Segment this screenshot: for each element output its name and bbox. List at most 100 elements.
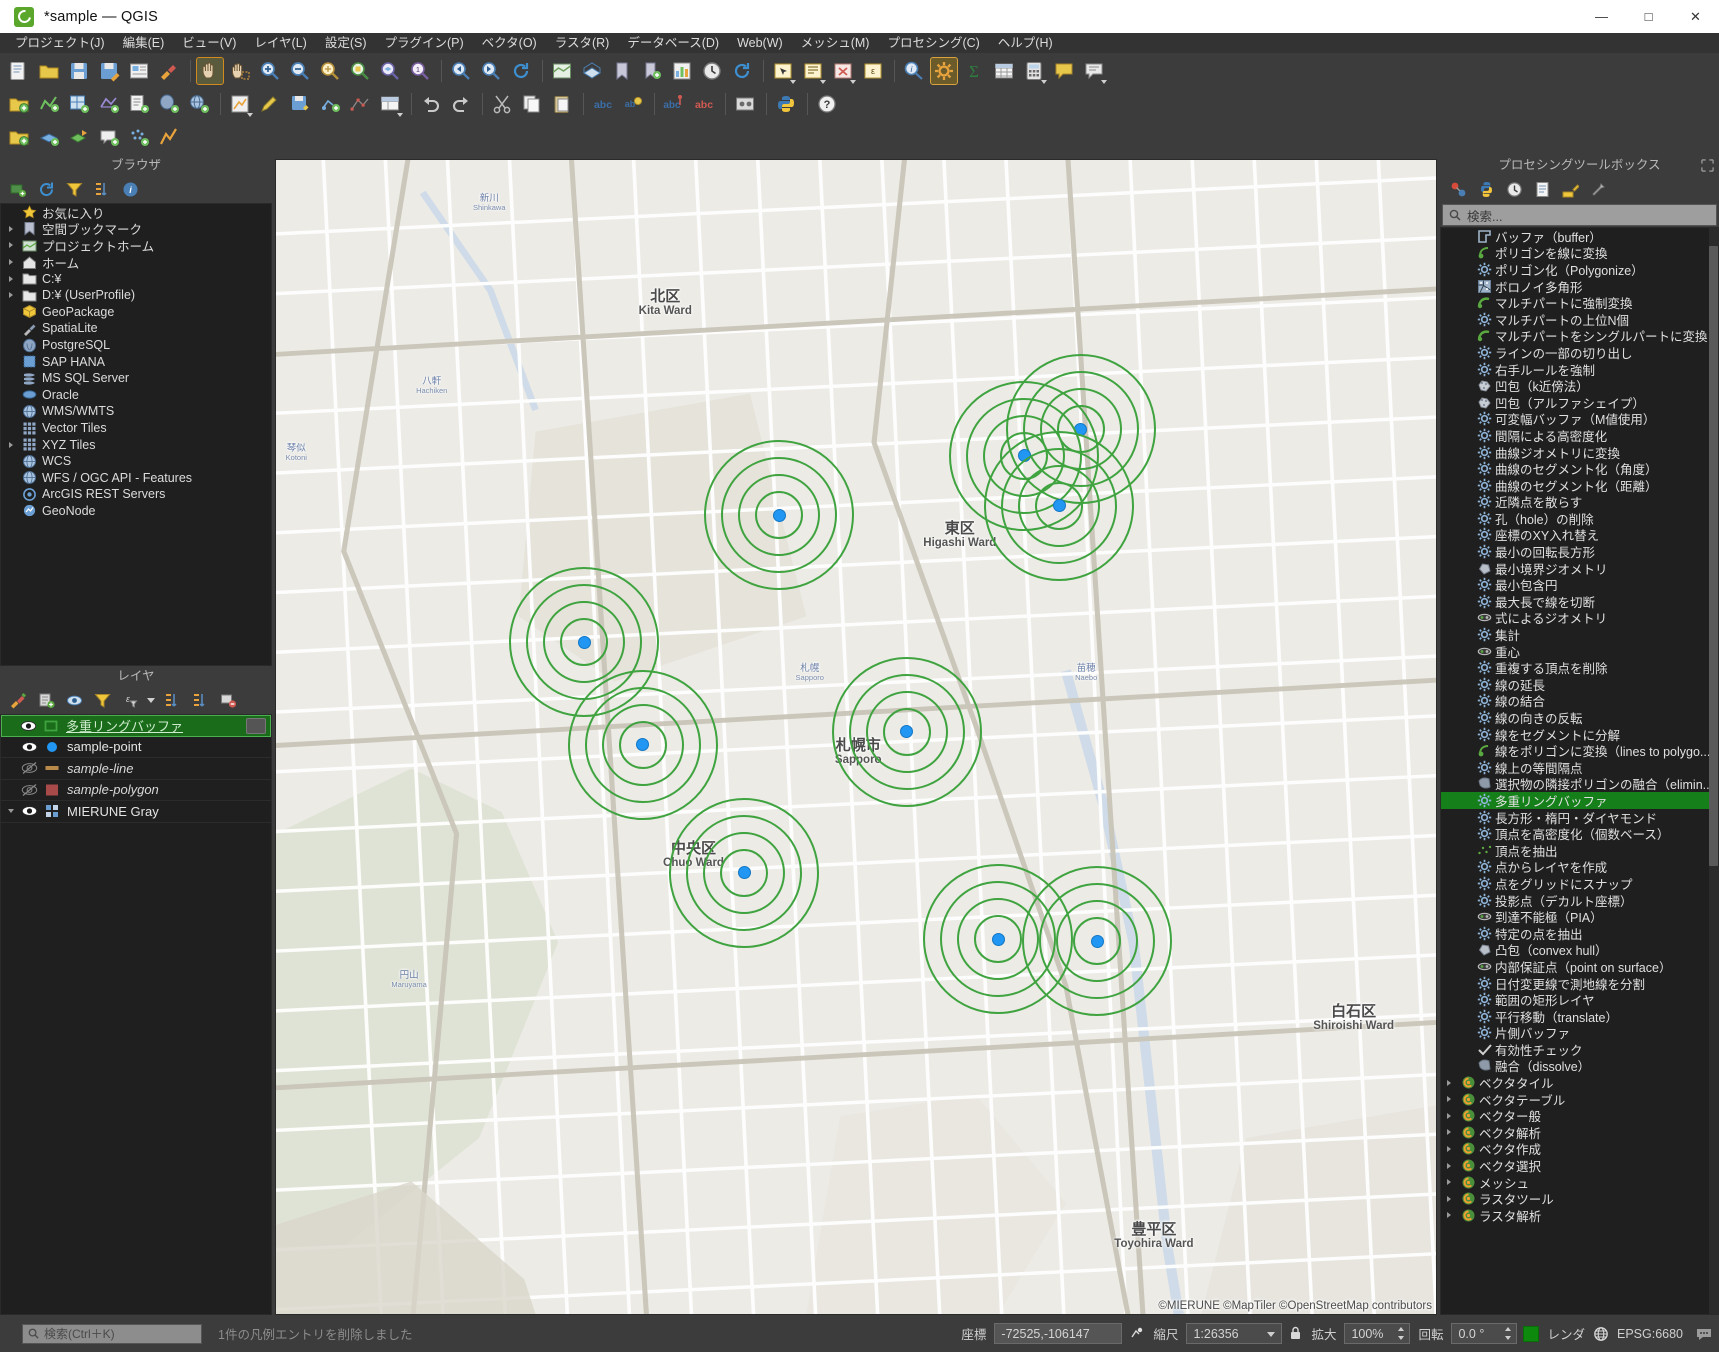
current-edits-button[interactable]	[226, 90, 254, 118]
eye-visible-icon[interactable]	[20, 719, 37, 733]
layer-row-0[interactable]: 多重リングバッファ	[1, 715, 271, 737]
redo-button[interactable]	[447, 90, 475, 118]
add-point-cloud-button[interactable]	[125, 123, 153, 151]
processing-item-43[interactable]: 凸包（convex hull）	[1441, 942, 1718, 958]
processing-item-51[interactable]: ベクタタイル	[1441, 1074, 1718, 1091]
minimize-button[interactable]: —	[1578, 0, 1625, 33]
rotation-spinbox[interactable]: 0.0 °	[1451, 1323, 1518, 1344]
add-mesh-layer-button[interactable]	[95, 90, 123, 118]
data-source-manager-button[interactable]	[5, 90, 33, 118]
menu-vector[interactable]: ベクタ(O)	[473, 33, 546, 53]
zoom-selection-button[interactable]	[346, 57, 374, 85]
processing-item-11[interactable]: 可変幅バッファ（M値使用）	[1441, 411, 1718, 427]
processing-item-36[interactable]: 頂点を高密度化（個数ベース）	[1441, 825, 1718, 842]
processing-item-30[interactable]: 線をセグメントに分解	[1441, 726, 1718, 743]
processing-item-57[interactable]: メッシュ	[1441, 1174, 1718, 1191]
models-button[interactable]	[1445, 178, 1471, 202]
menu-layer[interactable]: レイヤ(L)	[245, 33, 315, 53]
map-canvas-wrapper[interactable]: 北区 Kita Ward 東区 Higashi Ward 札幌市 Sapporo 中央区 Ch…	[275, 159, 1437, 1315]
messages-icon[interactable]	[1695, 1325, 1713, 1343]
paste-features-button[interactable]	[548, 90, 576, 118]
browser-tree[interactable]: お気に入り 空間ブックマーク プロジェクトホーム ホーム C:¥ D:¥ (UserPro…	[0, 203, 272, 666]
browser-item-2[interactable]: プロジェクトホーム	[1, 237, 271, 254]
save-project-as-button[interactable]	[95, 57, 123, 85]
chevron-down-icon[interactable]	[145, 689, 157, 713]
browser-item-18[interactable]: GeoNode	[1, 503, 271, 520]
new-map-view-button[interactable]	[548, 57, 576, 85]
browser-item-17[interactable]: ArcGIS REST Servers	[1, 486, 271, 503]
chevron-down-icon[interactable]	[397, 112, 403, 117]
remove-layer-icon[interactable]	[220, 692, 237, 709]
select-features-button[interactable]	[769, 57, 797, 85]
browser-item-0[interactable]: お気に入り	[1, 204, 271, 221]
processing-item-14[interactable]: 曲線のセグメント化（角度）	[1441, 460, 1718, 477]
refresh-button[interactable]	[33, 178, 59, 202]
processing-item-15[interactable]: 曲線のセグメント化（距離）	[1441, 477, 1718, 494]
chevron-right-icon[interactable]	[1441, 1096, 1457, 1102]
processing-item-26[interactable]: 重複する頂点を削除	[1441, 659, 1718, 676]
processing-item-47[interactable]: 平行移動（translate）	[1441, 1008, 1718, 1025]
processing-item-8[interactable]: 右手ルールを強制	[1441, 361, 1718, 378]
processing-scroll-thumb[interactable]	[1709, 246, 1718, 866]
chevron-right-icon[interactable]	[3, 292, 19, 298]
eye-visible-icon[interactable]	[21, 804, 38, 818]
processing-item-18[interactable]: 座標のXY入れ替え	[1441, 527, 1718, 543]
processing-item-10[interactable]: 凹包（アルファシェイプ）	[1441, 394, 1718, 411]
plugin-tool-button[interactable]	[155, 123, 183, 151]
float-panel-icon[interactable]	[1701, 159, 1714, 172]
history-button[interactable]	[1501, 178, 1527, 202]
georeferencer-button[interactable]	[731, 90, 759, 118]
properties-button[interactable]: i	[117, 178, 143, 202]
save-project-button[interactable]	[65, 57, 93, 85]
chevron-right-icon[interactable]	[3, 226, 19, 232]
browser-item-12[interactable]: WMS/WMTS	[1, 403, 271, 420]
processing-item-19[interactable]: 最小の回転長方形	[1441, 543, 1718, 560]
cut-features-button[interactable]	[488, 90, 516, 118]
add-delimited-text-button[interactable]	[125, 90, 153, 118]
zoom-last-button[interactable]	[447, 57, 475, 85]
history-icon[interactable]	[1506, 181, 1523, 198]
layer-name[interactable]: sample-polygon	[63, 782, 159, 797]
eye-hidden-icon[interactable]	[21, 783, 38, 797]
chevron-right-icon[interactable]	[1441, 1129, 1457, 1135]
processing-item-23[interactable]: 式によるジオメトリ	[1441, 610, 1718, 626]
layer-name[interactable]: sample-line	[63, 761, 133, 776]
zoom-out-button[interactable]	[286, 57, 314, 85]
menu-edit[interactable]: 編集(E)	[114, 33, 174, 53]
processing-item-58[interactable]: ラスタツール	[1441, 1190, 1718, 1207]
processing-item-9[interactable]: 凹包（k近傍法）	[1441, 377, 1718, 394]
layer-name[interactable]: sample-point	[63, 739, 141, 754]
chevron-right-icon[interactable]	[1441, 1179, 1457, 1185]
chevron-down-icon[interactable]	[5, 809, 17, 814]
map-canvas[interactable]: 北区 Kita Ward 東区 Higashi Ward 札幌市 Sapporo 中央区 Ch…	[276, 160, 1436, 1314]
results-viewer-button[interactable]	[1529, 178, 1555, 202]
add-group-button[interactable]	[33, 689, 59, 713]
browser-item-15[interactable]: WCS	[1, 453, 271, 470]
locator-search-input[interactable]: 検索(Ctrl＋K)	[22, 1323, 202, 1344]
layers-list[interactable]: 多重リングバッファ sample-point sample-line sample-p…	[0, 714, 272, 1315]
help-button[interactable]: ?	[813, 90, 841, 118]
statistical-summary-button[interactable]: Σ	[960, 57, 988, 85]
new-print-layout-button[interactable]	[125, 57, 153, 85]
undo-button[interactable]	[417, 90, 445, 118]
menu-help[interactable]: ヘルプ(H)	[989, 33, 1062, 53]
menu-raster[interactable]: ラスタ(R)	[546, 33, 619, 53]
browser-item-5[interactable]: D:¥ (UserProfile)	[1, 287, 271, 304]
close-button[interactable]: ✕	[1672, 0, 1719, 33]
sample-point-marker[interactable]	[577, 635, 591, 649]
chevron-down-icon[interactable]	[850, 79, 856, 84]
chevron-right-icon[interactable]	[3, 442, 19, 448]
scale-combo[interactable]: 1:26356	[1186, 1323, 1283, 1344]
chevron-right-icon[interactable]	[3, 259, 19, 265]
temporal-controller-button[interactable]	[698, 57, 726, 85]
new-bookmark-button[interactable]	[638, 57, 666, 85]
chevron-right-icon[interactable]	[3, 276, 19, 282]
processing-item-6[interactable]: マルチパートをシングルパートに変換	[1441, 328, 1718, 344]
processing-item-54[interactable]: ベクタ解析	[1441, 1124, 1718, 1141]
collapse-all-icon[interactable]	[192, 692, 209, 709]
maximize-button[interactable]: □	[1625, 0, 1672, 33]
processing-item-29[interactable]: 線の向きの反転	[1441, 709, 1718, 726]
modify-attributes-button[interactable]	[376, 90, 404, 118]
save-layer-edits-button[interactable]	[286, 90, 314, 118]
chevron-right-icon[interactable]	[1441, 1212, 1457, 1218]
